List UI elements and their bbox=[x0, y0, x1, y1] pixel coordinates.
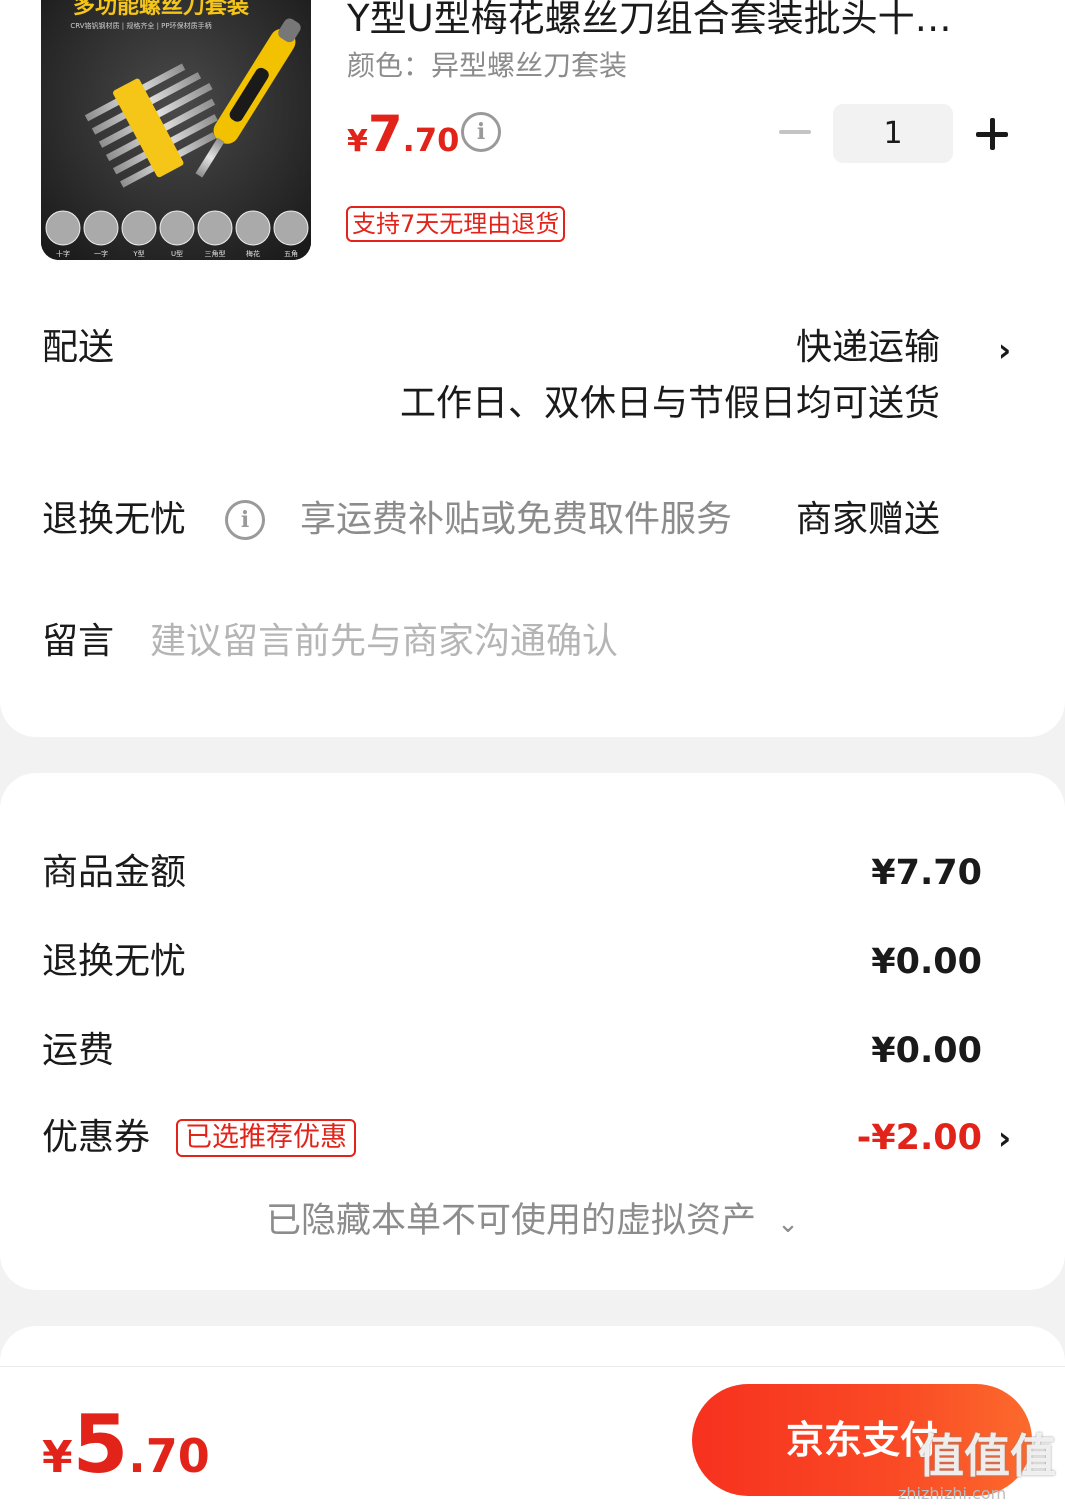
screwdriver-set-illustration: 多功能螺丝刀套装 CRV铬钒钢材质 | 规格齐全 | PP环保材质手柄 十字 一… bbox=[41, 0, 311, 260]
product-title[interactable]: Y型U型梅花螺丝刀组合套装批头十… bbox=[347, 0, 1007, 44]
chevron-down-icon: ⌄ bbox=[777, 1209, 799, 1239]
total-integer: 5 bbox=[72, 1398, 129, 1491]
shipping-fee-value: ¥0.00 bbox=[871, 1031, 982, 1071]
hidden-assets-toggle[interactable]: 已隐藏本单不可使用的虚拟资产 ⌄ bbox=[0, 1197, 1065, 1248]
product-image[interactable]: 多功能螺丝刀套装 CRV铬钒钢材质 | 规格齐全 | PP环保材质手柄 十字 一… bbox=[41, 0, 311, 260]
coupon-label[interactable]: 优惠券 bbox=[42, 1114, 150, 1162]
return-service-label: 退换无忧 bbox=[42, 499, 187, 540]
return-service-desc: 享运费补贴或免费取件服务 bbox=[300, 499, 733, 540]
quantity-input[interactable]: 1 bbox=[833, 104, 953, 163]
chevron-right-icon[interactable]: › bbox=[998, 330, 1011, 370]
message-input[interactable]: 建议留言前先与商家沟通确认 bbox=[150, 618, 618, 666]
bit-label: 三角型 bbox=[205, 249, 226, 258]
coupon-recommended-badge: 已选推荐优惠 bbox=[176, 1119, 356, 1157]
image-subbanner: CRV铬钒钢材质 | 规格齐全 | PP环保材质手柄 bbox=[70, 21, 211, 30]
bit-label: 梅花 bbox=[246, 249, 260, 258]
total-price: ¥5.70 bbox=[42, 1395, 210, 1511]
delivery-note: 工作日、双休日与节假日均可送货 bbox=[399, 383, 940, 424]
checkout-bar: ¥5.70 京东支付 bbox=[0, 1366, 1065, 1511]
bit-label: Y型 bbox=[132, 249, 144, 258]
price-decimal: .70 bbox=[402, 121, 460, 159]
bit-label: U型 bbox=[171, 249, 183, 258]
total-decimal: .70 bbox=[128, 1429, 210, 1483]
bit-label: 五角 bbox=[284, 249, 298, 258]
message-label: 留言 bbox=[42, 621, 115, 662]
return-policy-badge: 支持7天无理由退货 bbox=[346, 206, 566, 242]
coupon-value[interactable]: -¥2.00 bbox=[857, 1114, 982, 1162]
goods-amount-label: 商品金额 bbox=[42, 852, 187, 893]
price-summary-card: 商品金额 ¥7.70 退换无忧 ¥0.00 运费 ¥0.00 优惠券 已选推荐优… bbox=[0, 773, 1065, 1290]
price-integer: 7 bbox=[367, 105, 403, 163]
increase-quantity-button[interactable] bbox=[970, 112, 1014, 156]
price-info-icon[interactable]: i bbox=[461, 112, 501, 152]
return-info-icon[interactable]: i bbox=[225, 500, 265, 540]
return-fee-label: 退换无忧 bbox=[42, 941, 187, 982]
delivery-method[interactable]: 快递运输 bbox=[796, 324, 940, 372]
decrease-quantity-button[interactable] bbox=[773, 110, 817, 154]
total-currency: ¥ bbox=[42, 1432, 73, 1483]
bit-label: 十字 bbox=[56, 249, 70, 258]
order-item-card: 多功能螺丝刀套装 CRV铬钒钢材质 | 规格齐全 | PP环保材质手柄 十字 一… bbox=[0, 0, 1065, 737]
goods-amount-value: ¥7.70 bbox=[871, 853, 982, 893]
image-banner: 多功能螺丝刀套装 bbox=[73, 0, 249, 19]
minus-icon bbox=[779, 130, 811, 134]
product-spec[interactable]: 颜色：异型螺丝刀套装 bbox=[347, 46, 627, 86]
price-currency: ¥ bbox=[347, 124, 368, 159]
return-fee-value: ¥0.00 bbox=[871, 942, 982, 982]
chevron-right-icon[interactable]: › bbox=[998, 1118, 1011, 1158]
bit-label: 一字 bbox=[94, 249, 108, 258]
shipping-fee-label: 运费 bbox=[42, 1030, 115, 1071]
delivery-label: 配送 bbox=[42, 327, 115, 368]
return-service-value: 商家赠送 bbox=[795, 499, 940, 540]
checkout-page: 多功能螺丝刀套装 CRV铬钒钢材质 | 规格齐全 | PP环保材质手柄 十字 一… bbox=[0, 0, 1065, 1511]
product-price: ¥7.70 bbox=[347, 104, 459, 176]
hidden-assets-text: 已隐藏本单不可使用的虚拟资产 bbox=[266, 1201, 757, 1241]
jd-pay-button[interactable]: 京东支付 bbox=[692, 1384, 1032, 1496]
